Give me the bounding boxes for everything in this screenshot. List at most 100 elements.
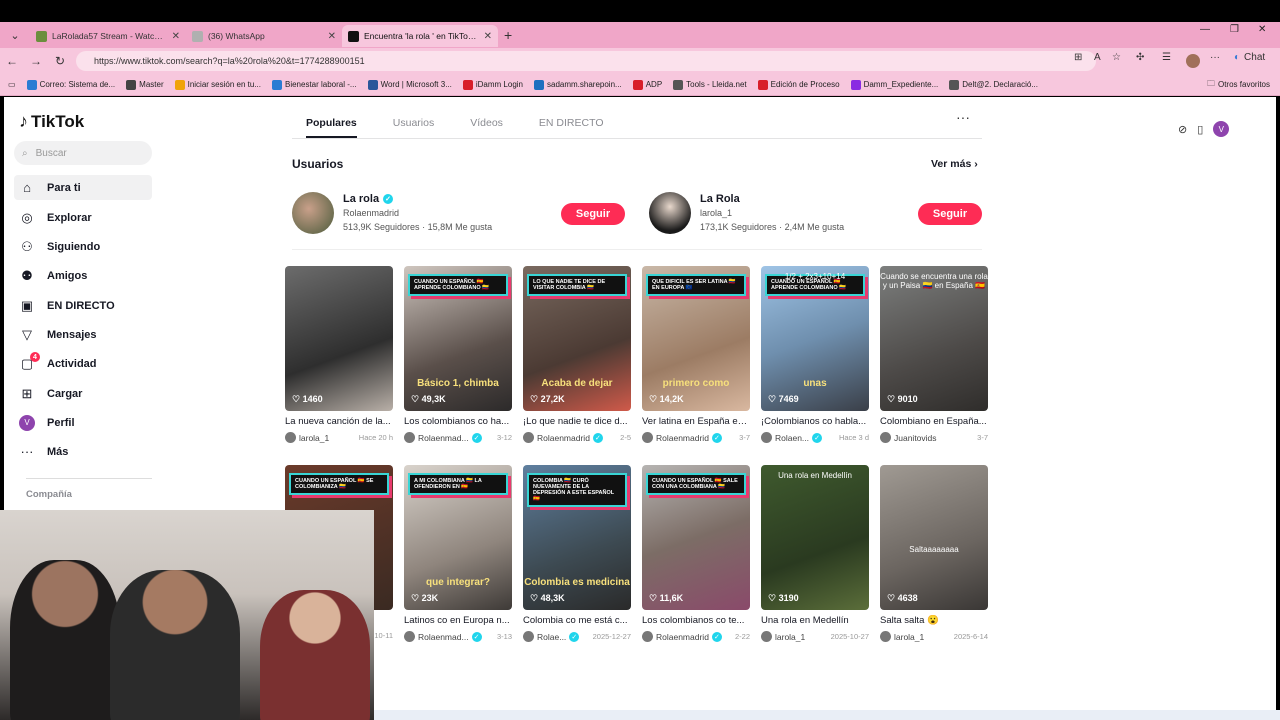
video-card[interactable]: LO QUE NADIE TE DICE DE VISITAR COLOMBIA…: [523, 266, 631, 443]
author-name[interactable]: Rolaenmad...: [418, 433, 469, 443]
bookmark-item[interactable]: sadamm.sharepoin...: [534, 79, 622, 90]
author-avatar[interactable]: [285, 432, 296, 443]
user-avatar[interactable]: V: [1213, 121, 1230, 137]
video-caption[interactable]: La nueva canción de la...: [285, 416, 393, 427]
video-thumbnail[interactable]: CUANDO UN ESPAÑOL 🇪🇸 APRENDE COLOMBIANO …: [404, 266, 512, 411]
sidebar-item[interactable]: ··· Más: [14, 439, 152, 464]
video-caption[interactable]: Ver latina en España es...: [642, 416, 750, 427]
bookmark-item[interactable]: iDamm Login: [462, 79, 523, 90]
video-card[interactable]: ♡ 1460 La nueva canción de la... larola_1 H…: [285, 266, 393, 443]
bookmark-item[interactable]: Tools - Lleida.net: [673, 79, 747, 90]
author-name[interactable]: Rolae...: [537, 632, 566, 642]
author-name[interactable]: larola_1: [894, 632, 924, 642]
video-card[interactable]: CUANDO UN ESPAÑOL 🇪🇸 APRENDE COLOMBIANO …: [761, 266, 869, 443]
browser-tab[interactable]: (36) WhatsApp ✕: [186, 25, 342, 47]
profile-avatar[interactable]: [1186, 54, 1200, 68]
author-avatar[interactable]: [880, 631, 891, 642]
author-name[interactable]: Rolaenmadrid: [656, 433, 709, 443]
bookmark-item[interactable]: ADP: [632, 79, 662, 90]
video-thumbnail[interactable]: Una rola en Medellín ♡ 3190: [761, 465, 869, 610]
tiktok-logo[interactable]: ♪ TikTok: [19, 111, 84, 132]
bookmark-item[interactable]: Edición de Proceso: [757, 79, 840, 90]
tab-list-chevron-icon[interactable]: ⌄: [4, 25, 26, 45]
search-tab[interactable]: EN DIRECTO: [539, 109, 604, 138]
reading-list-icon[interactable]: ▭: [8, 80, 16, 89]
search-tab[interactable]: Usuarios: [393, 109, 434, 138]
sidebar-item[interactable]: ▢ Actividad 4: [14, 351, 152, 376]
forward-icon[interactable]: →: [24, 54, 48, 68]
bookmark-item[interactable]: Bienestar laboral -...: [271, 79, 357, 90]
video-card[interactable]: CUANDO UN ESPAÑOL 🇪🇸 SALE CON UNA COLOMB…: [642, 465, 750, 642]
video-card[interactable]: Una rola en Medellín ♡ 3190 Una rola en Me…: [761, 465, 869, 642]
sidebar-item[interactable]: ◎ Explorar: [14, 205, 152, 230]
video-thumbnail[interactable]: LO QUE NADIE TE DICE DE VISITAR COLOMBIA…: [523, 266, 631, 411]
author-avatar[interactable]: [642, 631, 653, 642]
other-bookmarks[interactable]: 🗀 Otros favoritos: [1207, 78, 1270, 92]
video-caption[interactable]: Salta salta 😮: [880, 615, 988, 626]
author-avatar[interactable]: [642, 432, 653, 443]
author-name[interactable]: Juanitovids: [894, 433, 937, 443]
copilot-chat-button[interactable]: ◐ Chat: [1234, 52, 1265, 63]
author-avatar[interactable]: [761, 631, 772, 642]
video-thumbnail[interactable]: CUANDO UN ESPAÑOL 🇪🇸 APRENDE COLOMBIANO …: [761, 266, 869, 411]
back-icon[interactable]: ←: [0, 54, 24, 68]
video-caption[interactable]: ¡Lo que nadie te dice d...: [523, 416, 631, 427]
video-card[interactable]: Cuando se encuentra una rola y un Paisa …: [880, 266, 988, 443]
sidebar-item[interactable]: ⊞ Cargar: [14, 381, 152, 406]
search-input[interactable]: ⌕ Buscar: [14, 141, 152, 165]
search-tab[interactable]: Populares: [306, 109, 357, 138]
bookmark-item[interactable]: Iniciar sesión en tu...: [174, 79, 261, 90]
author-avatar[interactable]: [761, 432, 772, 443]
new-tab-button[interactable]: +: [504, 27, 512, 43]
author-name[interactable]: Rolaen...: [775, 433, 809, 443]
video-thumbnail[interactable]: COLOMBIA 🇨🇴 CURÓ NUEVAMENTE DE LA DEPRES…: [523, 465, 631, 610]
company-section[interactable]: Compañía: [26, 489, 72, 500]
translate-icon[interactable]: A: [1094, 52, 1101, 63]
video-thumbnail[interactable]: A MI COLOMBIANA 🇨🇴 LA OFENDIERON EN 🇪🇸 qu…: [404, 465, 512, 610]
video-thumbnail[interactable]: CUANDO UN ESPAÑOL 🇪🇸 SALE CON UNA COLOMB…: [642, 465, 750, 610]
author-name[interactable]: Rolaenmad...: [418, 632, 469, 642]
coins-icon[interactable]: ⊘: [1178, 123, 1187, 136]
video-card[interactable]: CUANDO UN ESPAÑOL 🇪🇸 APRENDE COLOMBIANO …: [404, 266, 512, 443]
restore-icon[interactable]: ❐: [1230, 24, 1239, 35]
sidebar-item[interactable]: V Perfil: [14, 410, 152, 435]
menu-dots-icon[interactable]: ···: [1210, 52, 1220, 63]
favorites-icon[interactable]: ☰: [1162, 52, 1171, 63]
bookmark-item[interactable]: Master: [126, 79, 164, 90]
bookmark-item[interactable]: Damm_Expediente...: [850, 79, 938, 90]
author-name[interactable]: Rolaenmadrid: [656, 632, 709, 642]
author-avatar[interactable]: [523, 432, 534, 443]
tab-close-icon[interactable]: ✕: [328, 31, 336, 42]
search-tab[interactable]: Vídeos: [470, 109, 503, 138]
bookmark-item[interactable]: Correo: Sistema de...: [26, 79, 115, 90]
follow-button[interactable]: Seguir: [561, 203, 625, 225]
url-field[interactable]: https://www.tiktok.com/search?q=la%20rol…: [76, 51, 1096, 71]
video-card[interactable]: A MI COLOMBIANA 🇨🇴 LA OFENDIERON EN 🇪🇸 qu…: [404, 465, 512, 642]
video-thumbnail[interactable]: QUE DIFICIL ES SER LATINA 🇨🇴 EN EUROPA 🇪…: [642, 266, 750, 411]
video-caption[interactable]: Colombia co me está c...: [523, 615, 631, 626]
video-card[interactable]: Saltaaaaaaaa ♡ 4638 Salta salta 😮 larola_1 2…: [880, 465, 988, 642]
tab-close-icon[interactable]: ✕: [172, 31, 180, 42]
author-name[interactable]: Rolaenmadrid: [537, 433, 590, 443]
video-card[interactable]: COLOMBIA 🇨🇴 CURÓ NUEVAMENTE DE LA DEPRES…: [523, 465, 631, 642]
author-avatar[interactable]: [404, 631, 415, 642]
video-caption[interactable]: Colombiano en España...: [880, 416, 988, 427]
video-caption[interactable]: Los colombianos co ha...: [404, 416, 512, 427]
see-more-link[interactable]: Ver más ›: [931, 158, 978, 170]
follow-button[interactable]: Seguir: [918, 203, 982, 225]
device-icon[interactable]: ▯: [1197, 123, 1203, 136]
minimize-icon[interactable]: —: [1200, 24, 1210, 35]
extensions-icon[interactable]: ✣: [1136, 52, 1144, 63]
browser-tab[interactable]: LaRolada57 Stream - Watch Live o ✕: [30, 25, 186, 47]
video-caption[interactable]: ¡Colombianos co habla...: [761, 416, 869, 427]
video-caption[interactable]: Una rola en Medellín: [761, 615, 869, 626]
favorite-star-icon[interactable]: ☆: [1112, 52, 1121, 63]
sidebar-item[interactable]: ▽ Mensajes: [14, 322, 152, 347]
video-card[interactable]: QUE DIFICIL ES SER LATINA 🇨🇴 EN EUROPA 🇪…: [642, 266, 750, 443]
close-window-icon[interactable]: ✕: [1258, 24, 1266, 35]
sidebar-item[interactable]: ⌂ Para ti: [14, 175, 152, 200]
more-options-icon[interactable]: ···: [956, 109, 970, 125]
tab-close-icon[interactable]: ✕: [484, 31, 492, 42]
sidebar-item[interactable]: ⚇ Siguiendo: [14, 234, 152, 259]
video-caption[interactable]: Latinos co en Europa n...: [404, 615, 512, 626]
